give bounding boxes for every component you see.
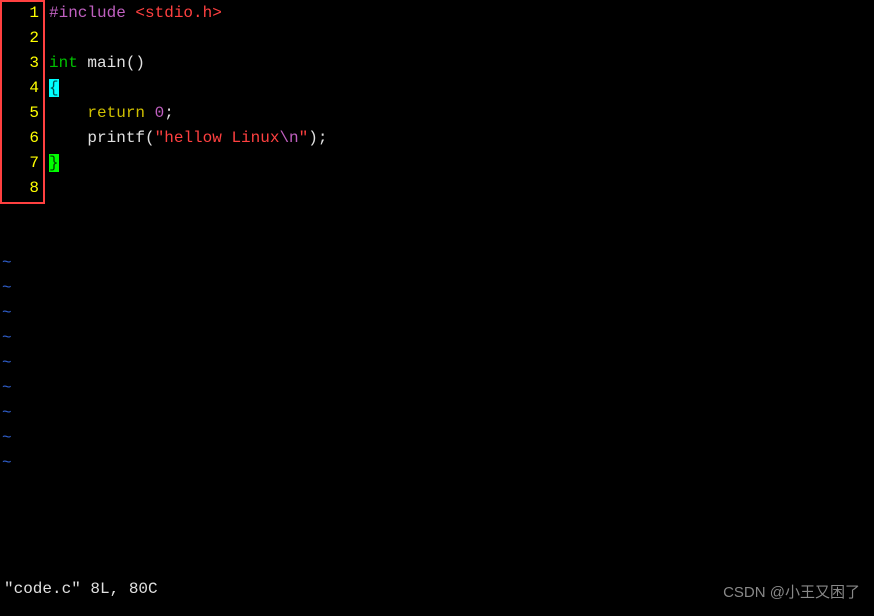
token-punct: ( (145, 129, 155, 147)
line-content: printf("hellow Linux\n"); (45, 129, 327, 147)
token-include: <stdio.h> (135, 4, 221, 22)
token-punct: ; (318, 129, 328, 147)
token-type: int (49, 54, 78, 72)
token-indent (49, 129, 87, 147)
token-escape: \n (279, 129, 298, 147)
token-number: 0 (155, 104, 165, 122)
token-space (78, 54, 88, 72)
token-punct: ) (308, 129, 318, 147)
empty-line-tilde: ~ (0, 250, 874, 275)
line-content: int main() (45, 54, 145, 72)
empty-line-tilde: ~ (0, 450, 874, 475)
gutter-highlight-box (0, 0, 45, 204)
token-identifier: main (87, 54, 125, 72)
token-identifier: printf (87, 129, 145, 147)
empty-line-tilde: ~ (0, 325, 874, 350)
empty-line-tilde: ~ (0, 425, 874, 450)
line-content: return 0; (45, 104, 174, 122)
line-content: } (45, 154, 59, 172)
token-punct: () (126, 54, 145, 72)
code-line: 5 return 0; (0, 100, 874, 125)
token-preproc: #include (49, 4, 135, 22)
empty-line-tilde: ~ (0, 275, 874, 300)
code-line: 2 (0, 25, 874, 50)
code-line: 6 printf("hellow Linux\n"); (0, 125, 874, 150)
token-brace-match: { (49, 79, 59, 97)
code-line: 1 #include <stdio.h> (0, 0, 874, 25)
empty-line-tilde: ~ (0, 400, 874, 425)
token-keyword: return (87, 104, 145, 122)
empty-line-tilde: ~ (0, 350, 874, 375)
token-space (145, 104, 155, 122)
line-content: { (45, 79, 59, 97)
line-content: #include <stdio.h> (45, 4, 222, 22)
empty-line-tilde: ~ (0, 300, 874, 325)
code-line: 7 } (0, 150, 874, 175)
token-punct: ; (164, 104, 174, 122)
code-line: 4 { (0, 75, 874, 100)
empty-line-tilde: ~ (0, 375, 874, 400)
token-brace-cursor: } (49, 154, 59, 172)
code-line: 3 int main() (0, 50, 874, 75)
token-string: " (299, 129, 309, 147)
editor-area[interactable]: 1 #include <stdio.h> 2 3 int main() 4 { … (0, 0, 874, 566)
token-string: " (155, 129, 165, 147)
code-line: 8 (0, 175, 874, 200)
token-indent (49, 104, 87, 122)
watermark: CSDN @小王又困了 (723, 581, 860, 602)
status-bar: "code.c" 8L, 80C (4, 580, 158, 598)
token-string: hellow Linux (164, 129, 279, 147)
